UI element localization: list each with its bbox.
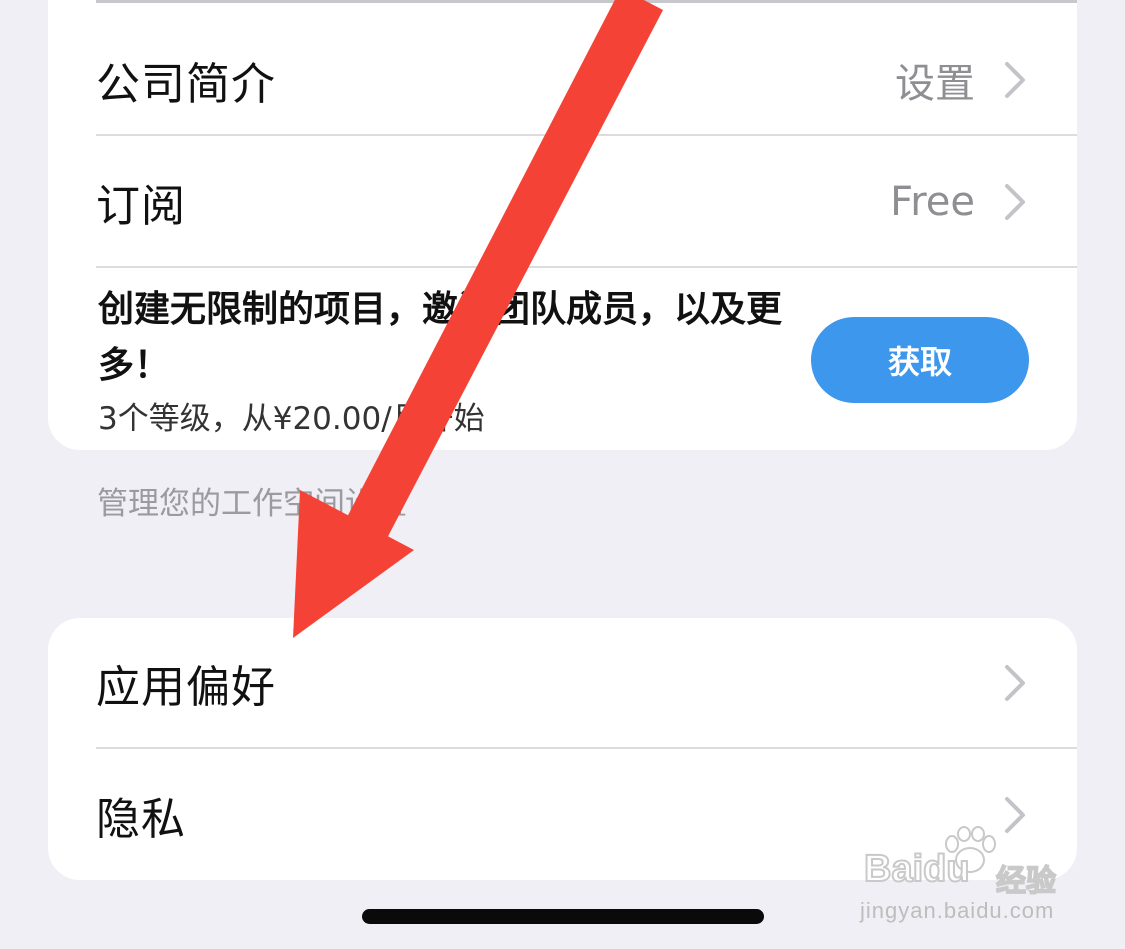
- screen: 公司简介 设置 订阅 Free 创建无限制的项目，邀请团队成员，以及更多！ 3个…: [0, 0, 1125, 949]
- watermark: Baidu 经验 jingyan.baidu.com: [858, 826, 1068, 926]
- separator: [96, 0, 1077, 3]
- row-label: 应用偏好: [96, 662, 276, 713]
- promo-subtitle: 3个等级，从¥20.00/月开始: [98, 401, 485, 437]
- watermark-brand: Baidu: [863, 847, 971, 891]
- watermark-url: jingyan.baidu.com: [860, 898, 1055, 923]
- chevron-right-icon: [1003, 663, 1027, 703]
- chevron-right-icon: [1003, 182, 1027, 222]
- row-value: Free: [890, 179, 975, 225]
- row-app-preferences[interactable]: 应用偏好: [96, 638, 1077, 728]
- row-label: 隐私: [96, 794, 186, 845]
- row-label: 订阅: [96, 181, 186, 232]
- row-company-profile[interactable]: 公司简介 设置: [96, 35, 1077, 125]
- row-value: 设置: [895, 61, 975, 107]
- row-divider: [96, 134, 1077, 136]
- row-label: 公司简介: [96, 59, 276, 110]
- row-subscription[interactable]: 订阅 Free: [96, 157, 1077, 247]
- get-button[interactable]: 获取: [811, 317, 1029, 403]
- row-divider: [96, 266, 1077, 268]
- settings-card-workspace: 公司简介 设置 订阅 Free 创建无限制的项目，邀请团队成员，以及更多！ 3个…: [48, 0, 1077, 450]
- chevron-right-icon: [1003, 60, 1027, 100]
- watermark-cn: 经验: [995, 863, 1057, 900]
- section-footer: 管理您的工作空间设置: [97, 486, 407, 522]
- row-divider: [96, 747, 1077, 749]
- home-indicator[interactable]: [362, 909, 764, 924]
- promo-title: 创建无限制的项目，邀请团队成员，以及更多！: [98, 289, 783, 386]
